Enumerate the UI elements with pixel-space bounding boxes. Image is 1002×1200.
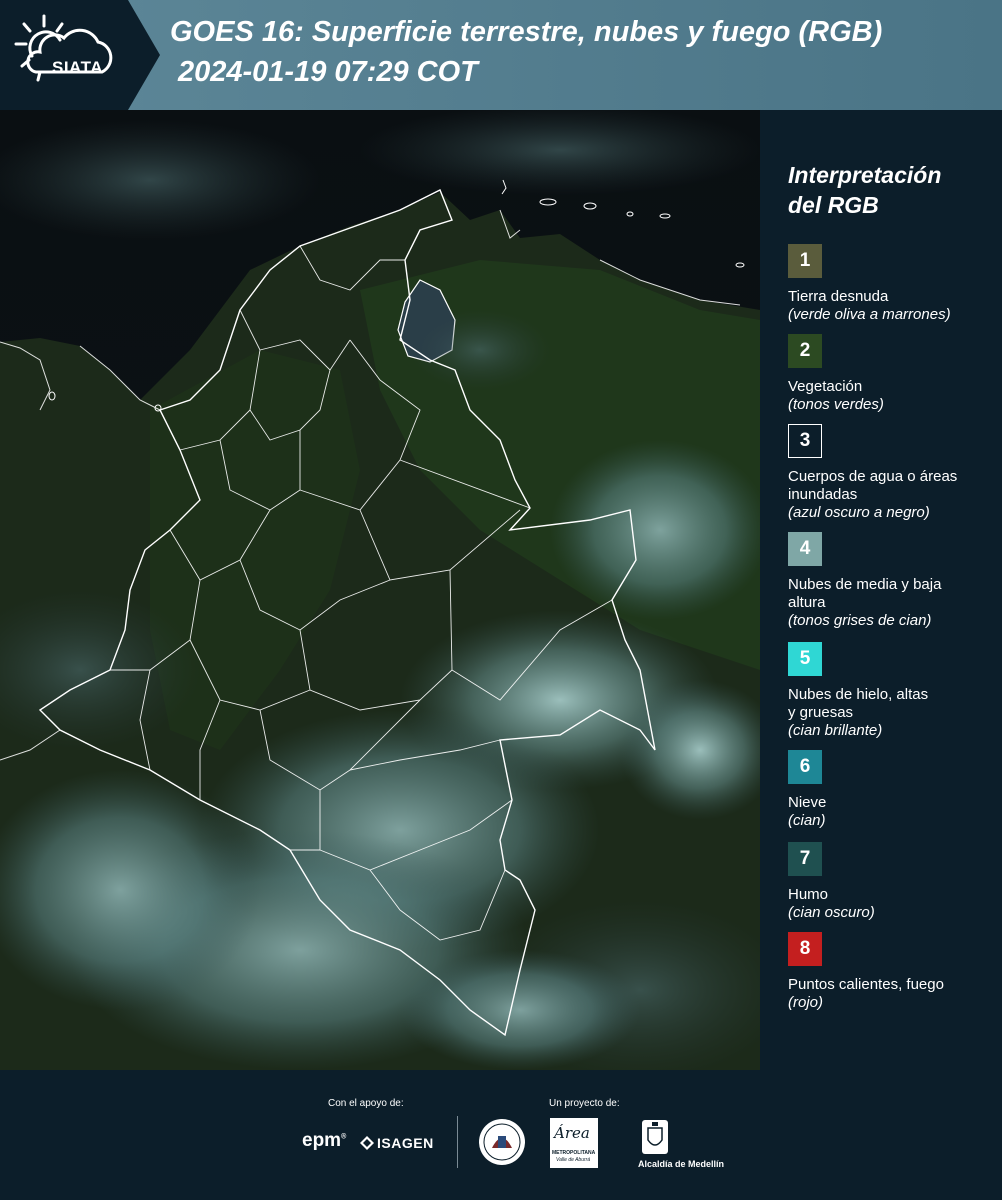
- page-title: GOES 16: Superficie terrestre, nubes y f…: [170, 16, 883, 48]
- legend-item-ice-clouds: 5 Nubes de hielo, altas y gruesas (cian …: [788, 642, 998, 740]
- legend-label: Cuerpos de agua o áreas inundadas: [788, 468, 958, 503]
- legend-title-line1: Interpretación: [788, 162, 942, 188]
- area-logo-sub2: Valle de Aburrá: [556, 1157, 591, 1163]
- siata-logo[interactable]: SIATA: [14, 14, 124, 94]
- isagen-logo[interactable]: ISAGEN: [360, 1134, 434, 1151]
- alcaldia-label: Alcaldía de Medellín: [638, 1159, 725, 1169]
- satellite-image: [0, 110, 760, 1070]
- seal-icon: [479, 1119, 525, 1165]
- legend-label: Vegetación: [788, 378, 863, 395]
- legend-item-smoke: 7 Humo (cian oscuro): [788, 842, 998, 922]
- shield-icon: [642, 1120, 668, 1154]
- registered-mark: ®: [341, 1133, 347, 1141]
- legend-title: Interpretación del RGB: [788, 160, 988, 220]
- legend-title-line2: del RGB: [788, 192, 879, 218]
- area-logo-sub: METROPOLITANA: [552, 1150, 596, 1156]
- legend-swatch: 7: [788, 842, 822, 876]
- area-metropolitana-logo[interactable]: Área METROPOLITANA Valle de Aburrá: [550, 1118, 598, 1168]
- page-timestamp: 2024-01-19 07:29 COT: [178, 56, 478, 88]
- footer-divider: [457, 1116, 458, 1168]
- cloud-mass: [550, 440, 760, 620]
- cloud-mass: [410, 310, 550, 390]
- legend-sublabel: (rojo): [788, 994, 824, 1011]
- legend-swatch: 8: [788, 932, 822, 966]
- legend-swatch: 1: [788, 244, 822, 278]
- legend-panel: Interpretación del RGB 1 Tierra desnuda …: [788, 160, 998, 1011]
- legend-item-fire: 8 Puntos calientes, fuego (rojo): [788, 932, 998, 1012]
- alcaldia-shield-logo[interactable]: [640, 1118, 670, 1156]
- logo-text: SIATA: [52, 58, 103, 77]
- legend-sublabel: (verde oliva a marrones): [788, 306, 951, 323]
- legend-label: Puntos calientes, fuego: [788, 976, 944, 993]
- project-label: Un proyecto de:: [549, 1098, 620, 1109]
- legend-label: Tierra desnuda: [788, 288, 889, 305]
- legend-swatch: 6: [788, 750, 822, 784]
- legend-label: Nieve: [788, 794, 827, 811]
- legend-sublabel: (cian): [788, 812, 826, 829]
- satellite-map[interactable]: [0, 110, 760, 1070]
- legend-swatch: 5: [788, 642, 822, 676]
- legend-label: Nubes de media y baja altura: [788, 576, 942, 611]
- legend-sublabel: (cian brillante): [788, 722, 883, 739]
- epm-logo[interactable]: epm®: [302, 1130, 346, 1152]
- legend-sublabel: (cian oscuro): [788, 904, 875, 921]
- legend-sublabel: (tonos verdes): [788, 396, 884, 413]
- legend-item-water: 3 Cuerpos de agua o áreas inundadas (azu…: [788, 424, 998, 522]
- isagen-icon: [360, 1136, 374, 1150]
- siata-seal-logo[interactable]: [478, 1118, 526, 1166]
- legend-item-mid-low-clouds: 4 Nubes de media y baja altura (tonos gr…: [788, 532, 998, 630]
- legend-label: Humo: [788, 886, 829, 903]
- legend-item-bare-soil: 1 Tierra desnuda (verde oliva a marrones…: [788, 244, 998, 324]
- legend-swatch: 2: [788, 334, 822, 368]
- legend-label: Nubes de hielo, altas y gruesas: [788, 686, 929, 721]
- legend-swatch: 4: [788, 532, 822, 566]
- footer: Con el apoyo de: Un proyecto de: epm® IS…: [0, 1070, 1002, 1200]
- legend-sublabel: (azul oscuro a negro): [788, 504, 930, 521]
- legend-item-vegetation: 2 Vegetación (tonos verdes): [788, 334, 998, 414]
- legend-swatch: 3: [788, 424, 822, 458]
- legend-item-snow: 6 Nieve (cian): [788, 750, 998, 830]
- sun-cloud-icon: [14, 14, 113, 82]
- legend-sublabel: (tonos grises de cian): [788, 612, 932, 629]
- epm-logo-text: epm: [302, 1130, 342, 1151]
- support-label: Con el apoyo de:: [328, 1098, 404, 1109]
- area-logo-text: Área: [554, 1124, 590, 1142]
- header: SIATA GOES 16: Superficie terrestre, nub…: [0, 0, 1002, 110]
- isagen-logo-text: ISAGEN: [377, 1135, 434, 1151]
